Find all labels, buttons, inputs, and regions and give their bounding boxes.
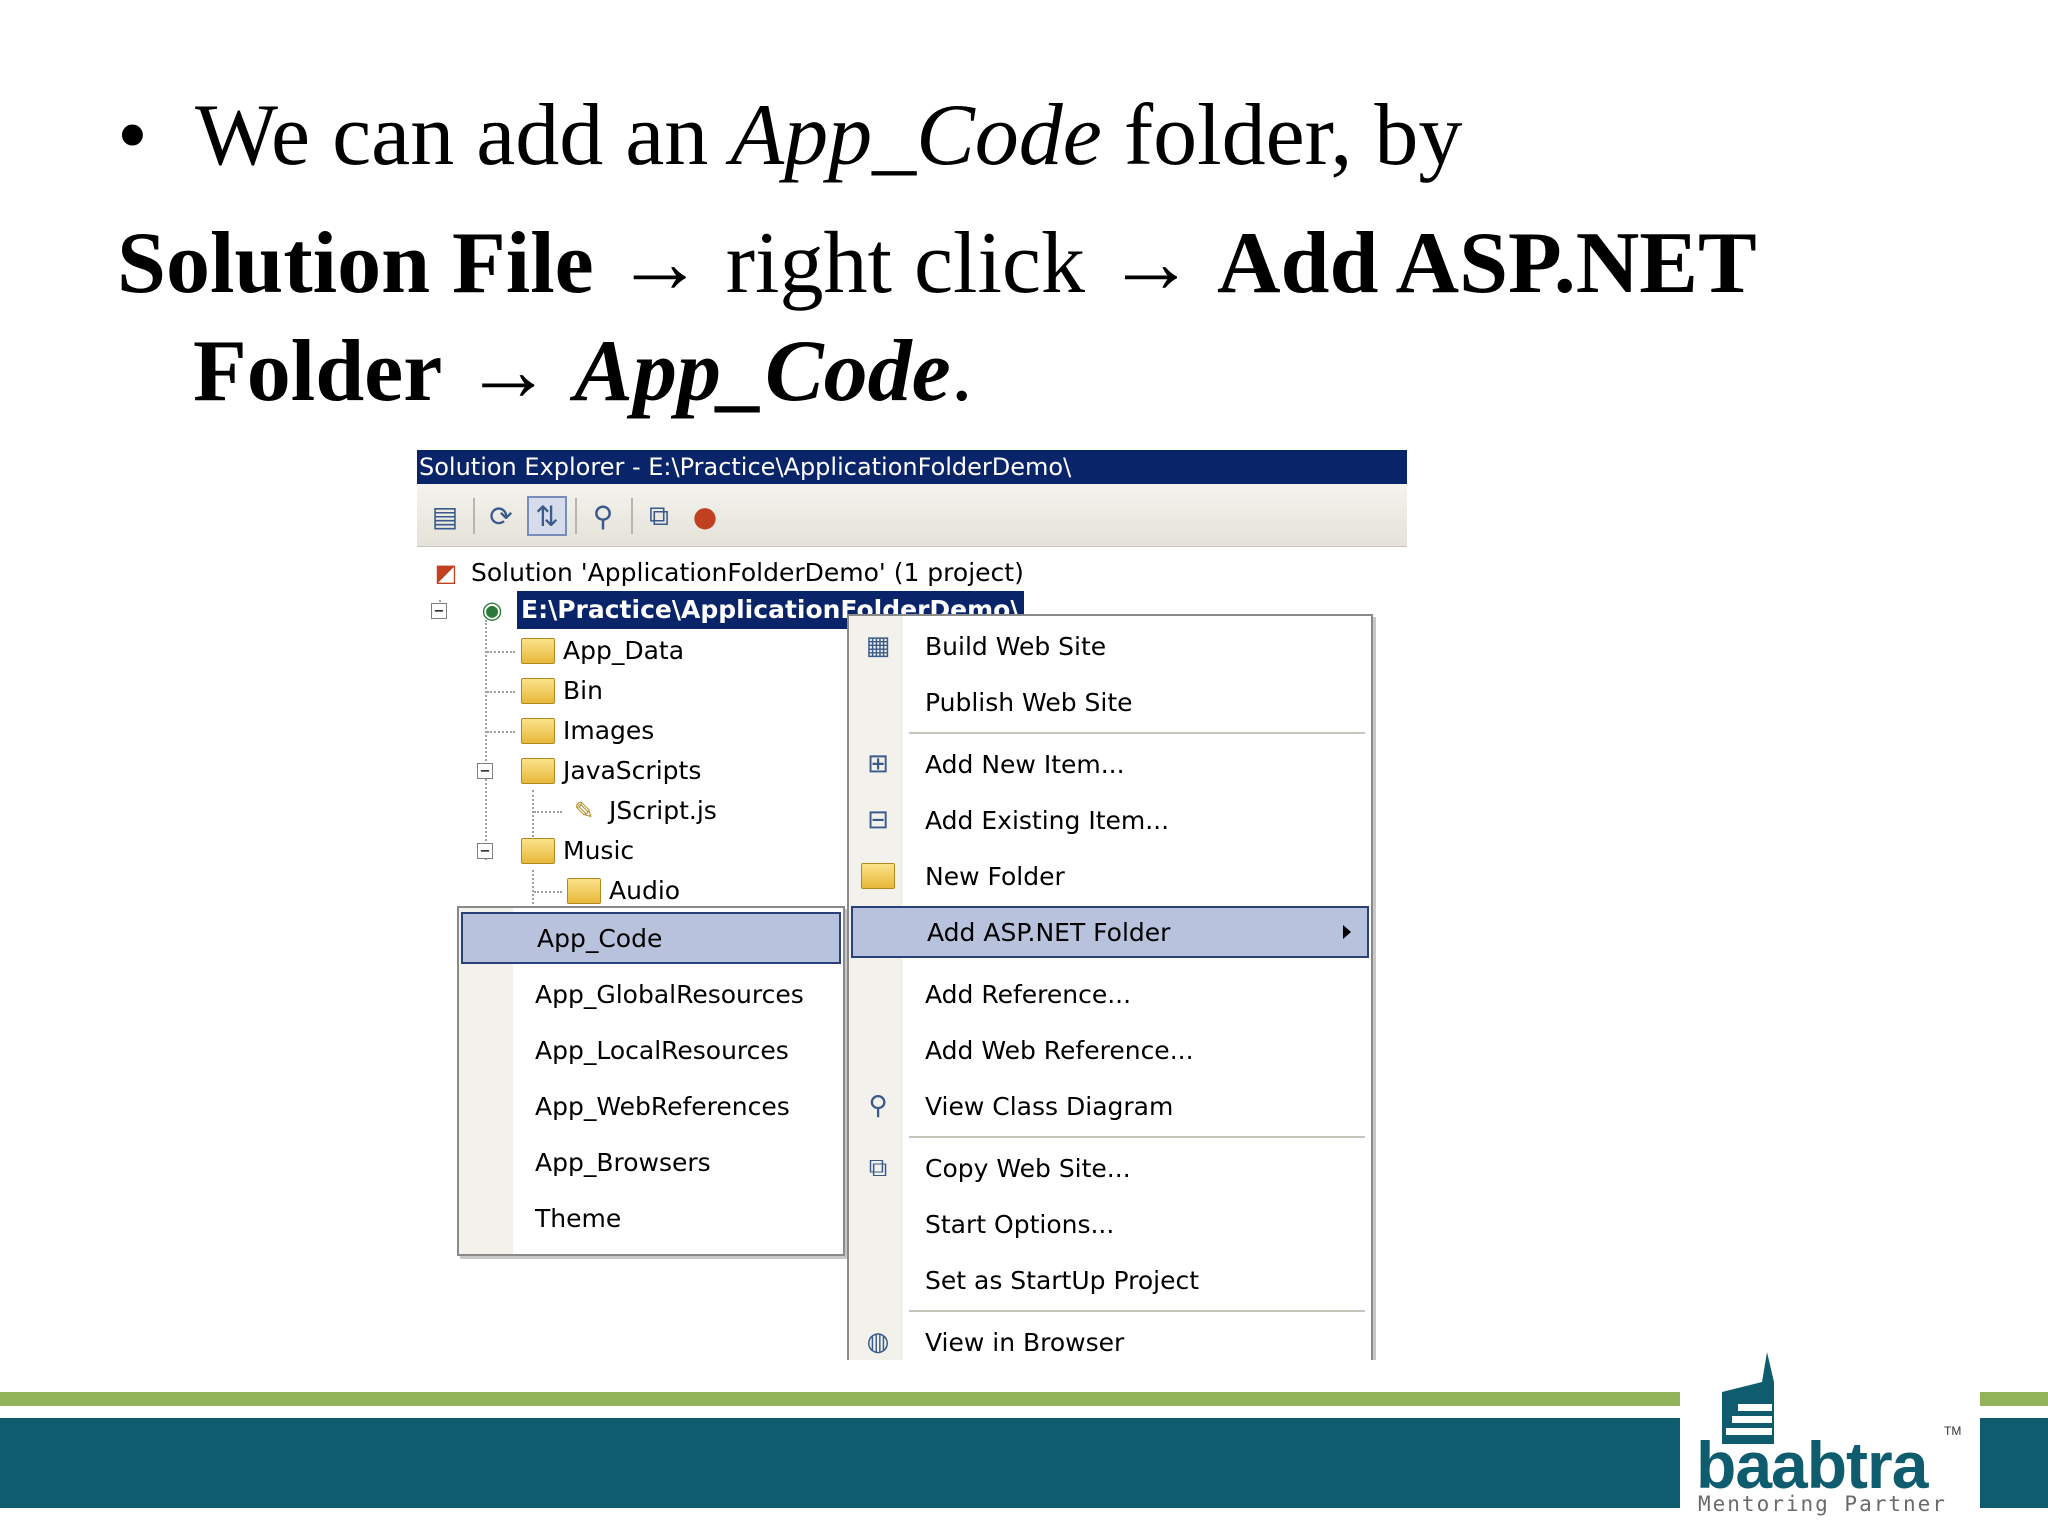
- line2-solution-file: Solution File: [117, 215, 594, 312]
- menu-item-build-web-site[interactable]: ▦ Build Web Site: [851, 620, 1369, 672]
- slide-instruction-line: Solution File → right click → Add ASP.NE…: [117, 214, 1757, 314]
- line1-text-after: folder, by: [1101, 87, 1463, 184]
- menu-item-add-existing-item[interactable]: ⊟ Add Existing Item...: [851, 794, 1369, 846]
- submenu-arrow-icon: [1343, 925, 1351, 939]
- solution-explorer-title-bar: Solution Explorer - E:\Practice\Applicat…: [417, 450, 1407, 484]
- menu-item-copy-web-site[interactable]: ⧉ Copy Web Site...: [851, 1142, 1369, 1194]
- add-existing-item-icon: ⊟: [867, 805, 889, 835]
- submenu-item-theme[interactable]: Theme: [461, 1192, 841, 1244]
- solution-explorer-screenshot: Solution Explorer - E:\Practice\Applicat…: [417, 450, 1407, 1360]
- add-new-item-icon: ⊞: [867, 749, 889, 779]
- menu-separator: [909, 732, 1365, 734]
- collapse-icon[interactable]: −: [477, 763, 493, 779]
- line1-app-code: App_Code: [730, 87, 1102, 184]
- submenu-item-app-browsers[interactable]: App_Browsers: [461, 1136, 841, 1188]
- new-folder-icon: [851, 863, 905, 889]
- solution-explorer-toolbar: ▤ ⟳ ⇅ ⚲ ⧉ ●: [417, 484, 1407, 547]
- menu-separator: [909, 1310, 1365, 1312]
- tree-solution-label: Solution 'ApplicationFolderDemo' (1 proj…: [471, 558, 1024, 587]
- tree-item-music[interactable]: Music: [521, 832, 634, 870]
- line3-period: .: [950, 323, 973, 420]
- menu-separator: [909, 1136, 1365, 1138]
- collapse-icon[interactable]: −: [477, 843, 493, 859]
- project-context-menu: ▦ Build Web Site Publish Web Site ⊞ Add …: [847, 614, 1373, 1360]
- tree-line: [534, 811, 562, 813]
- bullet-glyph: •: [117, 87, 148, 184]
- line3-app-code: App_Code: [574, 323, 951, 420]
- tree-item-javascripts[interactable]: JavaScripts: [521, 752, 701, 790]
- menu-item-set-startup-project[interactable]: Set as StartUp Project: [851, 1254, 1369, 1306]
- tree-item-label: JScript.js: [609, 796, 717, 825]
- menu-item-new-folder[interactable]: New Folder: [851, 850, 1369, 902]
- open-folder-icon: [521, 838, 555, 864]
- javascript-file-icon: ✎: [573, 797, 595, 825]
- tree-item-audio[interactable]: Audio: [567, 872, 680, 910]
- toolbar-separator: [575, 498, 577, 534]
- audio-folder-icon: [567, 878, 601, 904]
- submenu-item-app-globalresources[interactable]: App_GlobalResources: [461, 968, 841, 1020]
- menu-item-add-reference[interactable]: Add Reference...: [851, 968, 1369, 1020]
- app-data-folder-icon: [521, 638, 555, 664]
- logo-wordmark: baabtra: [1696, 1428, 1928, 1502]
- line2-arrow2: →: [1084, 215, 1217, 312]
- line2-add-aspnet: Add ASP.NET: [1216, 215, 1757, 312]
- slide-instruction-line-cont: Folder → App_Code.: [193, 322, 973, 422]
- tree-line: [487, 691, 515, 693]
- menu-item-view-class-diagram[interactable]: ⚲ View Class Diagram: [851, 1080, 1369, 1132]
- tree-solution-node[interactable]: ◩ Solution 'ApplicationFolderDemo' (1 pr…: [429, 554, 1024, 592]
- tree-line: [534, 891, 562, 893]
- solution-icon: ◩: [434, 559, 458, 587]
- line1-text-before: We can add an: [195, 87, 731, 184]
- bin-folder-icon: [521, 678, 555, 704]
- line2-arrow1: →: [593, 215, 726, 312]
- tree-item-label: Bin: [563, 676, 603, 705]
- submenu-item-app-code[interactable]: App_Code: [461, 912, 841, 964]
- tree-line: [487, 651, 515, 653]
- tree-item-jscript[interactable]: ✎ JScript.js: [567, 792, 717, 830]
- nest-files-icon[interactable]: ⇅: [527, 496, 567, 536]
- line2-right-click: right click: [725, 215, 1085, 312]
- class-diagram-icon: ⚲: [868, 1091, 888, 1121]
- asp-config-icon[interactable]: ●: [685, 496, 725, 536]
- open-folder-icon: [521, 758, 555, 784]
- menu-item-start-options[interactable]: Start Options...: [851, 1198, 1369, 1250]
- aspnet-folder-submenu: App_Code App_GlobalResources App_LocalRe…: [457, 906, 845, 1256]
- menu-item-publish-web-site[interactable]: Publish Web Site: [851, 676, 1369, 728]
- menu-item-add-web-reference[interactable]: Add Web Reference...: [851, 1024, 1369, 1076]
- view-in-browser-icon: ◍: [866, 1327, 890, 1357]
- menu-item-view-in-browser[interactable]: ◍ View in Browser: [851, 1316, 1369, 1360]
- build-icon: ▦: [865, 631, 891, 661]
- refresh-icon[interactable]: ⟳: [481, 496, 521, 536]
- tree-item-label: Images: [563, 716, 655, 745]
- submenu-item-app-webreferences[interactable]: App_WebReferences: [461, 1080, 841, 1132]
- menu-item-add-aspnet-folder[interactable]: Add ASP.NET Folder: [851, 906, 1369, 958]
- copy-web-site-icon[interactable]: ⧉: [639, 496, 679, 536]
- toolbar-separator: [473, 498, 475, 534]
- logo-tagline: Mentoring Partner: [1698, 1492, 1947, 1516]
- collapse-icon[interactable]: −: [431, 603, 447, 619]
- properties-icon[interactable]: ▤: [425, 496, 465, 536]
- images-folder-icon: [521, 718, 555, 744]
- slide-bullet-line: • We can add an App_Code folder, by: [117, 86, 1462, 186]
- tree-item-bin[interactable]: Bin: [521, 672, 603, 710]
- tree-item-label: Audio: [609, 876, 681, 905]
- tree-item-label: Music: [563, 836, 635, 865]
- tree-item-label: JavaScripts: [563, 756, 702, 785]
- tree-item-images[interactable]: Images: [521, 712, 654, 750]
- tree-item-label: App_Data: [563, 636, 685, 665]
- tree-line: [487, 731, 515, 733]
- tree-item-app-data[interactable]: App_Data: [521, 632, 684, 670]
- toolbar-separator: [631, 498, 633, 534]
- tree-line: [485, 620, 487, 860]
- submenu-item-app-localresources[interactable]: App_LocalResources: [461, 1024, 841, 1076]
- copy-web-site-icon: ⧉: [868, 1152, 888, 1183]
- web-project-icon: ◉: [481, 596, 503, 624]
- menu-item-add-new-item[interactable]: ⊞ Add New Item...: [851, 738, 1369, 790]
- class-diagram-icon[interactable]: ⚲: [583, 496, 623, 536]
- line3-arrow: →: [442, 323, 575, 420]
- line3-folder: Folder: [193, 323, 443, 420]
